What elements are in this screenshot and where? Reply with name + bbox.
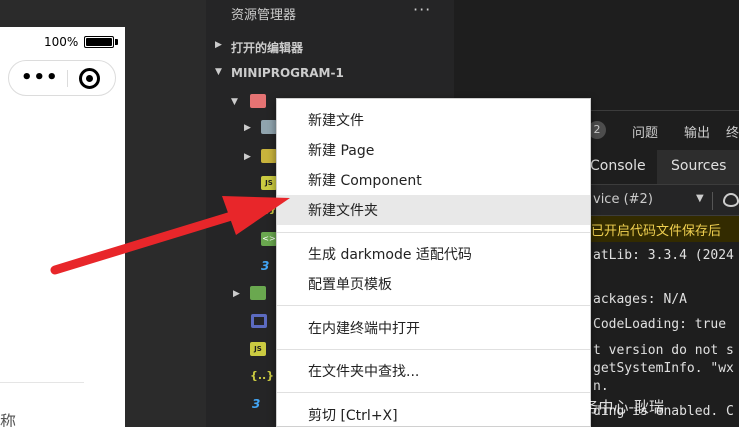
battery-tip — [115, 39, 118, 45]
console-line: getSystemInfo. "wx — [593, 361, 734, 376]
console-line: atLib: 3.3.4 (2024 — [593, 248, 734, 263]
wxml-file-icon: <> — [261, 232, 277, 246]
folder-icon — [250, 94, 266, 108]
content-divider — [0, 382, 84, 383]
menu-separator — [277, 392, 590, 393]
menu-item-generate-darkmode[interactable]: 生成 darkmode 适配代码 — [277, 239, 590, 269]
context-menu: 新建文件 新建 Page 新建 Component 新建文件夹 生成 darkm… — [276, 98, 591, 427]
console-line: CodeLoading: true — [593, 317, 727, 332]
menu-separator — [277, 349, 590, 350]
json-file-icon: {..} — [250, 369, 275, 382]
chevron-down-icon: ▼ — [215, 67, 222, 77]
tab-terminal[interactable]: 终 — [726, 122, 739, 141]
folder-icon — [261, 149, 277, 163]
console-line: t version do not s — [593, 343, 734, 358]
menu-item-open-in-terminal[interactable]: 在内建终端中打开 — [277, 313, 590, 343]
js-file-icon: JS — [250, 342, 266, 356]
menu-item-find-in-folder[interactable]: 在文件夹中查找... — [277, 356, 590, 386]
battery-icon — [84, 36, 114, 48]
chevron-right-icon: ▶ — [215, 40, 222, 50]
section-project-label: MINIPROGRAM-1 — [231, 66, 344, 80]
editor-area — [454, 0, 739, 110]
menu-item-single-page-template[interactable]: 配置单页模板 — [277, 269, 590, 299]
folder-icon — [250, 286, 266, 300]
page-content-text: 称 — [0, 412, 17, 427]
watermark-text: CSDN @瑞晟技术服务中心-耿瑞 — [446, 398, 664, 416]
js-file-icon: JS — [261, 176, 277, 190]
section-open-editors[interactable]: ▶ 打开的编辑器 — [206, 36, 454, 58]
more-dots-icon[interactable]: ••• — [21, 69, 59, 87]
phone-simulator: 100% ••• 称 — [0, 27, 125, 427]
json-file-icon: {} — [261, 202, 277, 215]
caret-down-icon[interactable]: ▼ — [696, 193, 704, 204]
chevron-right-icon: ▶ — [233, 289, 240, 299]
mini-program-capsule: ••• — [8, 60, 116, 96]
tab-problems[interactable]: 问题 — [632, 122, 658, 141]
tab-console[interactable]: Console — [590, 158, 646, 174]
console-warning-text: 已开启代码文件保存后 — [591, 224, 722, 239]
menu-item-new-file[interactable]: 新建文件 — [277, 105, 590, 135]
menu-item-new-folder[interactable]: 新建文件夹 — [277, 195, 590, 225]
chevron-right-icon: ▶ — [244, 123, 251, 133]
menu-item-new-component[interactable]: 新建 Component — [277, 165, 590, 195]
chevron-right-icon: ▶ — [244, 152, 251, 162]
menu-separator — [277, 232, 590, 233]
chevron-down-icon: ▼ — [231, 97, 238, 107]
config-file-icon — [251, 314, 267, 328]
eye-icon[interactable] — [723, 193, 739, 207]
tab-output[interactable]: 输出 — [684, 122, 710, 141]
device-selector[interactable]: vice (#2) — [593, 192, 653, 207]
section-open-editors-label: 打开的编辑器 — [231, 41, 304, 55]
toolbar-divider — [712, 192, 713, 210]
console-line: ackages: N/A — [593, 292, 687, 307]
css-file-icon: 3 — [261, 259, 270, 273]
tab-sources[interactable]: Sources — [671, 158, 726, 174]
css-file-icon: 3 — [252, 397, 261, 411]
explorer-more-icon[interactable]: ··· — [413, 0, 431, 19]
battery-percent: 100% — [44, 35, 79, 49]
folder-icon — [261, 120, 277, 134]
capsule-divider — [67, 70, 68, 87]
menu-separator — [277, 305, 590, 306]
explorer-title: 资源管理器 — [231, 8, 297, 23]
menu-item-new-page[interactable]: 新建 Page — [277, 135, 590, 165]
console-line: n. — [593, 379, 609, 394]
section-project[interactable]: ▼ MINIPROGRAM-1 — [206, 63, 454, 85]
close-target-icon[interactable] — [79, 68, 100, 89]
